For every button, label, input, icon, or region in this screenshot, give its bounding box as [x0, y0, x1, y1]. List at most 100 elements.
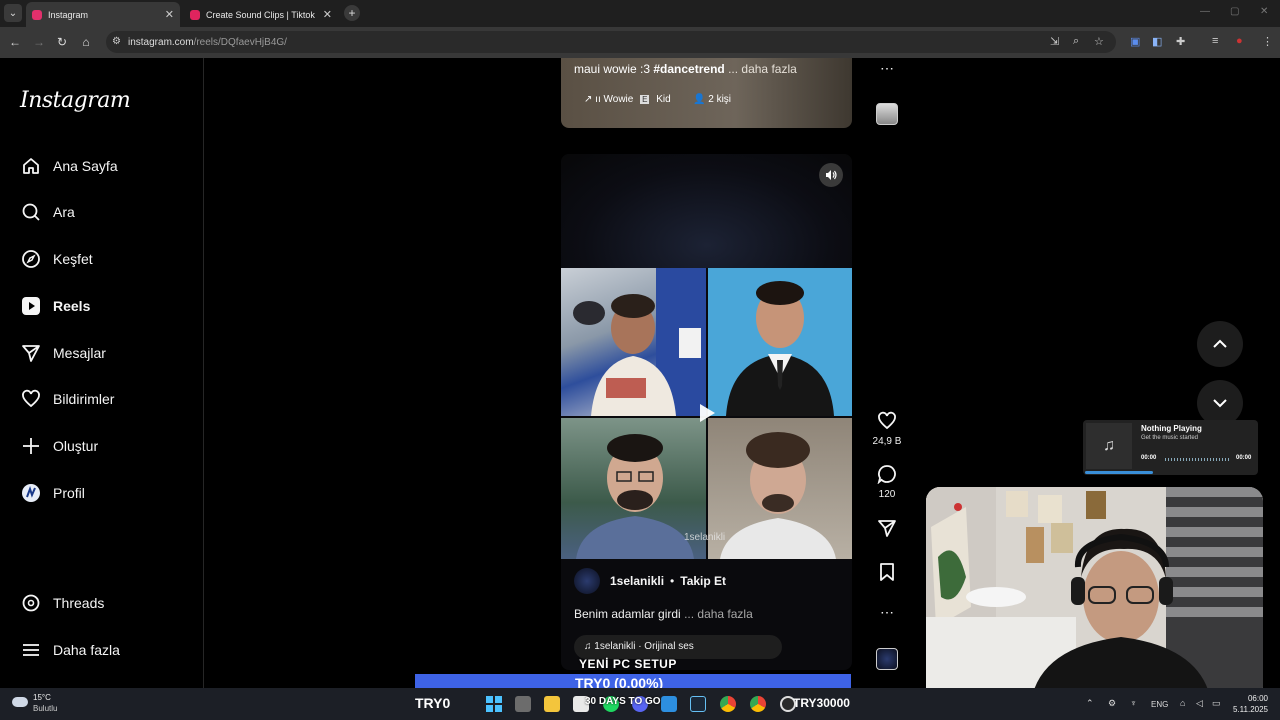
heart-icon: [20, 388, 42, 410]
chrome-profile-icon[interactable]: [750, 696, 766, 712]
file-explorer-icon[interactable]: [544, 696, 560, 712]
right-ticker-overlay: TRY30000: [793, 696, 850, 710]
tab-instagram[interactable]: Instagram ✕: [26, 2, 180, 27]
home-browser-icon[interactable]: ⌂: [79, 35, 93, 49]
reel-video-card[interactable]: 1selanikli 1selanikli • Takip Et Benim a…: [561, 154, 852, 670]
sidebar-item-label: Daha fazla: [53, 642, 120, 658]
sidebar-item-label: Threads: [53, 595, 105, 611]
sidebar-item-reels[interactable]: Reels: [20, 294, 90, 318]
maximize-icon[interactable]: ▢: [1230, 6, 1239, 17]
webcam-overlay: [926, 487, 1263, 701]
threads-icon: [20, 592, 42, 614]
collage-photo-1: [561, 268, 706, 416]
mute-button[interactable]: [819, 163, 843, 187]
comment-icon: [877, 465, 896, 485]
instagram-sidebar: Instagram Ana Sayfa Ara Keşfet Reels Mes…: [0, 58, 204, 688]
comment-button[interactable]: [874, 464, 900, 487]
new-tab-button[interactable]: +: [344, 5, 360, 21]
save-button[interactable]: [874, 562, 900, 585]
weather-temp: 15°C: [33, 693, 51, 702]
menu-icon: [20, 639, 42, 661]
more-options-button[interactable]: ⋯: [874, 604, 900, 621]
sidebar-item-threads[interactable]: Threads: [20, 591, 104, 615]
media-controls-icon[interactable]: ≡: [1212, 35, 1218, 47]
separator: •: [670, 574, 675, 588]
reload-icon[interactable]: ↻: [55, 35, 69, 49]
previous-reel-people[interactable]: 👤 2 kişi: [693, 94, 731, 105]
close-window-icon[interactable]: ✕: [1260, 6, 1268, 17]
extensions-puzzle-icon[interactable]: ✚: [1176, 35, 1185, 48]
sidebar-item-search[interactable]: Ara: [20, 200, 75, 224]
url-host: instagram.com: [128, 37, 194, 48]
audio-thumbnail[interactable]: [876, 648, 898, 670]
previous-audio-thumbnail[interactable]: [876, 103, 898, 125]
back-icon[interactable]: ←: [8, 35, 22, 49]
sidebar-item-home[interactable]: Ana Sayfa: [20, 154, 118, 178]
audio-artist: Kid: [656, 94, 671, 105]
task-view-icon[interactable]: [515, 696, 531, 712]
steam-icon[interactable]: [690, 696, 706, 712]
sidebar-item-create[interactable]: Oluştur: [20, 434, 98, 458]
share-button[interactable]: [874, 518, 900, 541]
extension-icon[interactable]: ▣: [1130, 35, 1140, 48]
battery-icon[interactable]: ▭: [1212, 698, 1221, 709]
tray-app-icon[interactable]: ⚙: [1108, 698, 1116, 709]
sidebar-item-more[interactable]: Daha fazla: [20, 638, 120, 662]
sidebar-item-label: Reels: [53, 298, 91, 314]
music-title: Nothing Playing: [1141, 424, 1202, 433]
volume-icon[interactable]: ◁: [1196, 698, 1203, 709]
days-overlay: 30 DAYS TO GO: [585, 696, 661, 707]
sidebar-item-messages[interactable]: Mesajlar: [20, 341, 106, 365]
install-app-icon[interactable]: ⇲: [1050, 35, 1059, 48]
site-info-icon[interactable]: ⚙: [112, 36, 121, 47]
minimize-icon[interactable]: —: [1200, 6, 1210, 17]
avatar[interactable]: [574, 568, 600, 594]
profile-icon[interactable]: ●: [1236, 35, 1243, 47]
caption-text: maui wowie :3: [574, 62, 654, 76]
tray-chevron-icon[interactable]: ⌃: [1086, 698, 1094, 709]
comment-count: 120: [878, 489, 896, 500]
video-dark-area: [561, 154, 852, 268]
tray-mic-icon[interactable]: ♆: [1130, 698, 1137, 708]
browser-menu-icon[interactable]: ⋮: [1262, 35, 1273, 48]
browser-toolbar: ← → ↻ ⌂ ⚙ instagram.com/reels/DQfaevHjB4…: [0, 27, 1280, 58]
reel-audio-link[interactable]: ♫ 1selanikli · Orijinal ses: [574, 635, 782, 659]
previous-reel-audio[interactable]: ↗ ıı Wowie E Kid: [584, 94, 671, 105]
sidebar-item-profile[interactable]: Profil: [20, 481, 85, 505]
more-options-button[interactable]: ⋯: [874, 60, 900, 77]
zoom-icon[interactable]: ⌕: [1073, 35, 1079, 48]
previous-reel-card[interactable]: maui wowie :3 #dancetrend ... daha fazla…: [561, 58, 852, 128]
chrome-icon[interactable]: [720, 696, 736, 712]
music-widget: ♫ Nothing Playing Get the music started …: [1083, 420, 1258, 475]
address-bar[interactable]: ⚙ instagram.com/reels/DQfaevHjB4G/ ⇲ ⌕ ☆: [106, 31, 1116, 53]
cloud-icon: [12, 697, 28, 707]
close-tab-icon[interactable]: ✕: [165, 8, 174, 21]
tab-sound-clips[interactable]: Create Sound Clips | Tiktok You ✕: [184, 2, 338, 27]
vscode-icon[interactable]: [661, 696, 677, 712]
system-clock[interactable]: 06:00 5.11.2025: [1232, 693, 1268, 715]
caption-more-link[interactable]: ... daha fazla: [684, 607, 753, 621]
caption-more-link[interactable]: ... daha fazla: [728, 62, 797, 76]
follow-button[interactable]: Takip Et: [680, 574, 726, 588]
windows-start-icon[interactable]: [486, 696, 502, 712]
bookmark-icon: [880, 563, 894, 581]
browser-tab-bar: ⌄ Instagram ✕ Create Sound Clips | Tikto…: [0, 0, 1280, 27]
forward-icon[interactable]: →: [32, 35, 46, 49]
bookmark-star-icon[interactable]: ☆: [1094, 35, 1104, 48]
audio-label: 1selanikli · Orijinal ses: [594, 641, 694, 652]
music-note-icon: ♫: [584, 641, 592, 652]
translate-icon[interactable]: ◧: [1152, 35, 1162, 48]
sidebar-item-explore[interactable]: Keşfet: [20, 247, 93, 271]
network-icon[interactable]: ⌂: [1180, 698, 1185, 708]
caption-hashtag[interactable]: #dancetrend: [653, 62, 724, 76]
author-name[interactable]: 1selanikli: [610, 574, 664, 588]
language-indicator[interactable]: ENG: [1151, 700, 1168, 709]
instagram-logo[interactable]: Instagram: [20, 88, 131, 113]
tab-search-button[interactable]: ⌄: [4, 4, 22, 22]
play-button[interactable]: [691, 398, 721, 428]
like-button[interactable]: [874, 411, 900, 434]
previous-reel-button[interactable]: [1197, 321, 1243, 367]
sidebar-item-notifications[interactable]: Bildirimler: [20, 387, 114, 411]
share-icon: [878, 520, 896, 537]
close-tab-icon[interactable]: ✕: [323, 8, 332, 21]
